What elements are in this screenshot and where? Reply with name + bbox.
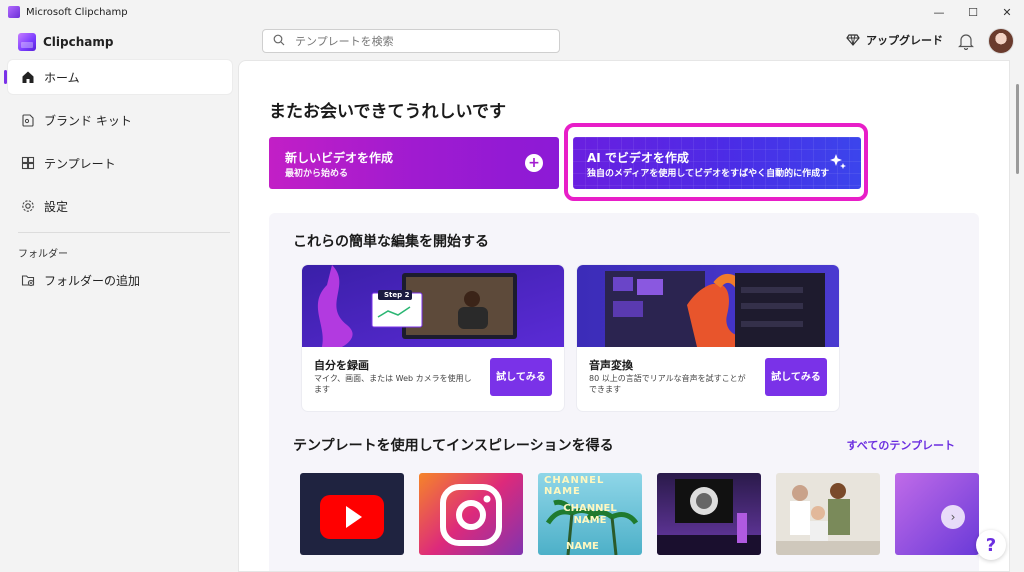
sidebar-item-label: ホーム (44, 70, 80, 85)
instagram-icon (440, 484, 502, 546)
monitor-image (657, 479, 761, 555)
ai-video-subtitle: 独自のメディアを使用してビデオをすばやく自動的に作成す (587, 169, 830, 179)
template-gradient[interactable] (895, 473, 979, 555)
tts-thumbnail (577, 265, 839, 347)
avatar[interactable] (988, 28, 1014, 54)
quick-start-title: これらの簡単な編集を開始する (293, 234, 489, 250)
template-people[interactable] (776, 473, 880, 555)
sidebar-item-home[interactable]: ホーム (4, 60, 232, 94)
active-indicator (4, 70, 7, 84)
card-title: 自分を録画 (314, 359, 369, 372)
plus-icon: + (525, 154, 543, 172)
card-title: 音声変換 (589, 359, 633, 372)
upgrade-label: アップグレード (866, 34, 943, 47)
folder-heading: フォルダー (18, 249, 68, 260)
all-templates-link[interactable]: すべてのテンプレート (847, 437, 955, 453)
home-icon (20, 69, 36, 85)
sidebar: ホーム ブランド キット テンプレート 設定 フォルダー フォルダーの追加 (0, 60, 238, 572)
new-video-button[interactable]: 新しいビデオを作成 最初から始める + (269, 137, 559, 189)
gear-icon (20, 198, 36, 214)
card-description: マイク、画面、または Web カメラを使用します (314, 374, 472, 394)
close-button[interactable]: ✕ (990, 0, 1024, 24)
sidebar-item-brand-kit[interactable]: ブランド キット (8, 103, 232, 137)
template-channel-name[interactable]: CHANNEL NAME CHANNEL NAME NAME (538, 473, 642, 555)
page-title: またお会いできてうれしいです (269, 102, 506, 122)
template-youtube[interactable] (300, 473, 404, 555)
sidebar-item-templates[interactable]: テンプレート (8, 146, 232, 180)
help-button[interactable]: ? (976, 530, 1006, 560)
card-description: 80 以上の言語でリアルな音声を試すことができます (589, 374, 746, 394)
bell-icon[interactable] (958, 32, 974, 50)
chevron-right-icon[interactable]: › (941, 505, 965, 529)
quick-start-panel: これらの簡単な編集を開始する Step 2 自分を録画 マイク、画面、または W… (269, 213, 979, 571)
sidebar-item-label: ブランド キット (44, 113, 132, 128)
window-titlebar: Microsoft Clipchamp — ☐ ✕ (0, 0, 1024, 24)
app-header: Clipchamp アップグレード (0, 24, 1024, 60)
search-input[interactable] (295, 34, 545, 48)
inspiration-title: テンプレートを使用してインスピレーションを得る (293, 438, 614, 454)
new-video-subtitle: 最初から始める (285, 169, 349, 179)
clipchamp-app-icon (8, 6, 20, 18)
clipchamp-logo-icon (18, 33, 36, 51)
template-gaming-setup[interactable] (657, 473, 761, 555)
sparkle-icon (830, 154, 846, 169)
diamond-icon (846, 34, 860, 46)
try-button[interactable]: 試してみる (490, 358, 552, 396)
brand-kit-icon (20, 112, 36, 128)
record-thumbnail (302, 265, 564, 347)
new-video-title: 新しいビデオを作成 (285, 151, 394, 165)
minimize-button[interactable]: — (922, 0, 956, 24)
template-instagram[interactable] (419, 473, 523, 555)
record-yourself-card[interactable]: Step 2 自分を録画 マイク、画面、または Web カメラを使用します 試し… (302, 265, 564, 411)
channel-name-text: CHANNEL NAME (563, 503, 617, 526)
step-label: Step 2 (384, 291, 410, 299)
scrollbar[interactable] (1010, 60, 1024, 572)
add-folder-icon (20, 272, 36, 288)
upgrade-button[interactable]: アップグレード (846, 32, 943, 48)
maximize-button[interactable]: ☐ (956, 0, 990, 24)
channel-name-text: NAME (566, 541, 599, 552)
scrollbar-thumb[interactable] (1016, 84, 1019, 174)
sidebar-item-label: 設定 (44, 199, 69, 214)
brand[interactable]: Clipchamp (18, 33, 113, 51)
sidebar-item-settings[interactable]: 設定 (8, 189, 232, 223)
text-to-speech-card[interactable]: 音声変換 80 以上の言語でリアルな音声を試すことができます 試してみる (577, 265, 839, 411)
sidebar-item-label: テンプレート (44, 156, 116, 171)
main-content: またお会いできてうれしいです 新しいビデオを作成 最初から始める + AI でビ… (238, 60, 1010, 572)
people-image (776, 483, 880, 555)
window-title: Microsoft Clipchamp (26, 6, 128, 18)
sidebar-divider (18, 232, 230, 233)
templates-icon (20, 155, 36, 171)
search-box[interactable] (262, 29, 560, 53)
sidebar-item-label: フォルダーの追加 (44, 273, 141, 288)
ai-video-button[interactable]: AI でビデオを作成 独自のメディアを使用してビデオをすばやく自動的に作成す (573, 137, 861, 189)
try-button[interactable]: 試してみる (765, 358, 827, 396)
channel-name-text: CHANNEL NAME (544, 475, 605, 497)
youtube-icon (320, 495, 384, 539)
search-icon (273, 34, 291, 49)
window-controls: — ☐ ✕ (922, 0, 1024, 24)
ai-video-title: AI でビデオを作成 (587, 151, 689, 165)
brand-name: Clipchamp (43, 35, 114, 49)
add-folder-button[interactable]: フォルダーの追加 (8, 263, 232, 297)
